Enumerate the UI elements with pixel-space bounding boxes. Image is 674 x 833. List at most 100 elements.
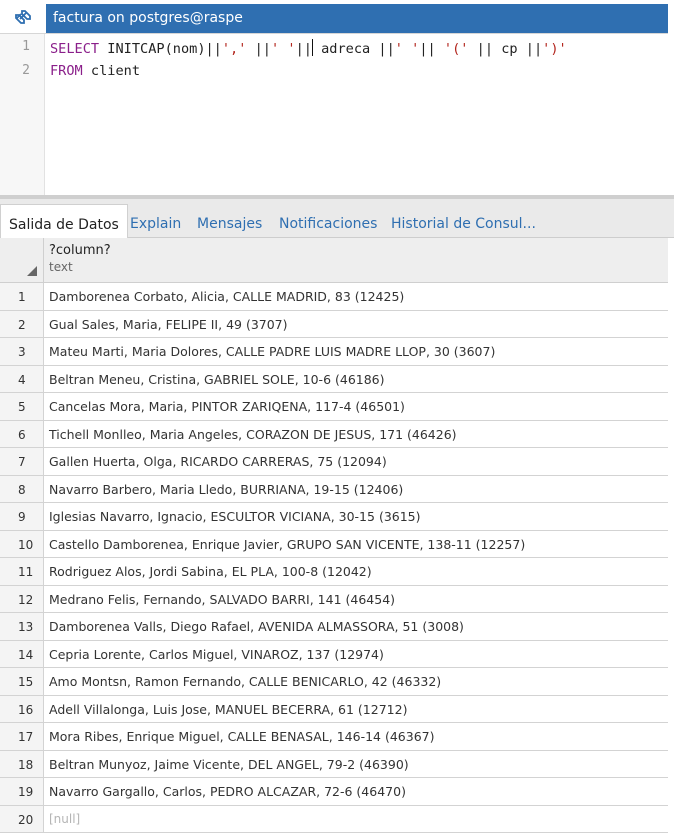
table-cell[interactable]: Cepria Lorente, Carlos Miguel, VINAROZ, …	[49, 647, 384, 662]
code-token: || cp ||	[468, 41, 543, 57]
corner-triangle-icon	[27, 266, 37, 276]
row-number[interactable]: 8	[0, 475, 44, 502]
query-tab-title[interactable]: factura on postgres@raspe	[46, 4, 668, 33]
table-row[interactable]: 3 Mateu Marti, Maria Dolores, CALLE PADRE…	[0, 338, 668, 366]
connection-link-icon[interactable]	[0, 0, 46, 33]
row-number[interactable]: 1	[0, 283, 44, 310]
table-row[interactable]: 16 Adell Villalonga, Luis Jose, MANUEL BE…	[0, 695, 668, 723]
table-row[interactable]: 15 Amo Montsn, Ramon Fernando, CALLE BENI…	[0, 668, 668, 696]
table-row[interactable]: 12 Medrano Felis, Fernando, SALVADO BARRI…	[0, 585, 668, 613]
row-number-label: 1	[18, 290, 26, 304]
row-number[interactable]: 3	[0, 338, 44, 365]
table-cell[interactable]: Rodriguez Alos, Jordi Sabina, EL PLA, 10…	[49, 564, 372, 579]
table-row[interactable]: 5 Cancelas Mora, Maria, PINTOR ZARIQENA, …	[0, 393, 668, 421]
grid-header: ?column? text	[0, 238, 668, 283]
line-number-gutter: 1 2	[0, 34, 45, 195]
row-number-label: 10	[18, 537, 34, 552]
row-number[interactable]: 14	[0, 640, 44, 667]
tab-notifications[interactable]: Notificaciones	[279, 205, 377, 237]
table-cell[interactable]: Amo Montsn, Ramon Fernando, CALLE BENICA…	[49, 674, 441, 689]
code-token: adreca ||	[312, 41, 395, 57]
code-line-1[interactable]: SELECT INITCAP(nom)||',' ||' '|| adreca …	[50, 39, 567, 57]
table-row[interactable]: 13 Damborenea Valls, Diego Rafael, AVENID…	[0, 613, 668, 641]
table-row[interactable]: 19 Navarro Gargallo, Carlos, PEDRO ALCAZA…	[0, 778, 668, 806]
table-cell[interactable]: Tichell Monlleo, Maria Angeles, CORAZON …	[49, 427, 457, 442]
row-number[interactable]: 18	[0, 750, 44, 777]
row-number[interactable]: 5	[0, 393, 44, 420]
line-number: 2	[22, 63, 30, 78]
table-row[interactable]: 1 Damborenea Corbato, Alicia, CALLE MADRI…	[0, 283, 668, 311]
table-cell[interactable]: Beltran Munyoz, Jaime Vicente, DEL ANGEL…	[49, 757, 409, 772]
table-cell[interactable]: Gual Sales, Maria, FELIPE II, 49 (3707)	[49, 317, 288, 332]
table-row[interactable]: 9 Iglesias Navarro, Ignacio, ESCULTOR VIC…	[0, 503, 668, 531]
row-number[interactable]: 7	[0, 448, 44, 475]
table-cell[interactable]: Castello Damborenea, Enrique Javier, GRU…	[49, 537, 525, 552]
row-number-label: 13	[18, 620, 34, 634]
table-row[interactable]: 10 Castello Damborenea, Enrique Javier, G…	[0, 530, 668, 558]
code-line-2[interactable]: FROM client	[50, 63, 140, 79]
row-number[interactable]: 16	[0, 695, 44, 722]
row-number[interactable]: 4	[0, 365, 44, 392]
row-number-label: 7	[18, 455, 26, 469]
table-cell[interactable]: Navarro Barbero, Maria Lledo, BURRIANA, …	[49, 482, 403, 497]
table-cell[interactable]: Mora Ribes, Enrique Miguel, CALLE BENASA…	[49, 729, 434, 744]
code-string: ','	[221, 41, 247, 57]
row-number-label: 2	[18, 317, 26, 332]
table-row[interactable]: 18 Beltran Munyoz, Jaime Vicente, DEL ANG…	[0, 750, 668, 778]
table-row[interactable]: 4 Beltran Meneu, Cristina, GABRIEL SOLE, …	[0, 365, 668, 393]
column-header[interactable]: ?column? text	[49, 243, 111, 274]
line-number: 1	[22, 39, 30, 54]
row-number[interactable]: 20	[0, 805, 44, 832]
tab-query-history[interactable]: Historial de Consul...	[391, 205, 536, 237]
table-cell[interactable]: [null]	[49, 812, 80, 826]
row-number-label: 9	[18, 510, 26, 524]
table-row[interactable]: 6 Tichell Monlleo, Maria Angeles, CORAZON…	[0, 420, 668, 448]
row-number[interactable]: 12	[0, 585, 44, 612]
tab-messages[interactable]: Mensajes	[197, 205, 262, 237]
table-row[interactable]: 8 Navarro Barbero, Maria Lledo, BURRIANA,…	[0, 475, 668, 503]
row-number-label: 4	[18, 372, 26, 387]
select-all-corner[interactable]	[0, 238, 44, 282]
row-number[interactable]: 17	[0, 723, 44, 750]
table-row[interactable]: 20 [null]	[0, 805, 668, 833]
table-cell[interactable]: Damborenea Valls, Diego Rafael, AVENIDA …	[49, 619, 464, 634]
code-token: ||	[246, 41, 271, 57]
table-row[interactable]: 11 Rodriguez Alos, Jordi Sabina, EL PLA, …	[0, 558, 668, 586]
row-number-label: 11	[18, 565, 34, 579]
tab-data-output[interactable]: Salida de Datos	[0, 204, 128, 238]
row-number[interactable]: 19	[0, 778, 44, 805]
tab-explain[interactable]: Explain	[130, 205, 181, 237]
code-string: ' '	[394, 41, 420, 57]
row-number-label: 17	[18, 730, 34, 744]
row-number[interactable]: 2	[0, 310, 44, 337]
row-number[interactable]: 11	[0, 558, 44, 585]
table-row[interactable]: 2 Gual Sales, Maria, FELIPE II, 49 (3707)	[0, 310, 668, 338]
table-row[interactable]: 14 Cepria Lorente, Carlos Miguel, VINAROZ…	[0, 640, 668, 668]
row-number[interactable]: 9	[0, 503, 44, 530]
row-number-label: 18	[18, 757, 34, 772]
table-cell[interactable]: Beltran Meneu, Cristina, GABRIEL SOLE, 1…	[49, 372, 385, 387]
sql-editor[interactable]: 1 2 SELECT INITCAP(nom)||',' ||' '|| adr…	[0, 34, 674, 195]
table-cell[interactable]: Damborenea Corbato, Alicia, CALLE MADRID…	[49, 289, 404, 304]
row-number[interactable]: 15	[0, 668, 44, 695]
table-cell[interactable]: Gallen Huerta, Olga, RICARDO CARRERAS, 7…	[49, 454, 387, 469]
table-cell[interactable]: Iglesias Navarro, Ignacio, ESCULTOR VICI…	[49, 509, 421, 524]
sql-keyword: FROM	[50, 63, 83, 79]
table-cell[interactable]: Medrano Felis, Fernando, SALVADO BARRI, …	[49, 592, 395, 607]
grid-right-edge	[668, 238, 674, 833]
table-row[interactable]: 7 Gallen Huerta, Olga, RICARDO CARRERAS, …	[0, 448, 668, 476]
row-number-label: 15	[18, 675, 34, 689]
row-number[interactable]: 6	[0, 420, 44, 447]
row-number-label: 19	[18, 785, 34, 799]
table-cell[interactable]: Adell Villalonga, Luis Jose, MANUEL BECE…	[49, 702, 407, 717]
row-number-label: 8	[18, 482, 26, 497]
table-cell[interactable]: Cancelas Mora, Maria, PINTOR ZARIQENA, 1…	[49, 399, 405, 414]
row-number[interactable]: 13	[0, 613, 44, 640]
code-string: ')'	[542, 41, 567, 57]
sql-keyword: SELECT	[50, 41, 100, 57]
table-cell[interactable]: Mateu Marti, Maria Dolores, CALLE PADRE …	[49, 344, 495, 359]
table-row[interactable]: 17 Mora Ribes, Enrique Miguel, CALLE BENA…	[0, 723, 668, 751]
table-cell[interactable]: Navarro Gargallo, Carlos, PEDRO ALCAZAR,…	[49, 784, 406, 799]
row-number[interactable]: 10	[0, 530, 44, 557]
code-string: '('	[443, 41, 469, 57]
